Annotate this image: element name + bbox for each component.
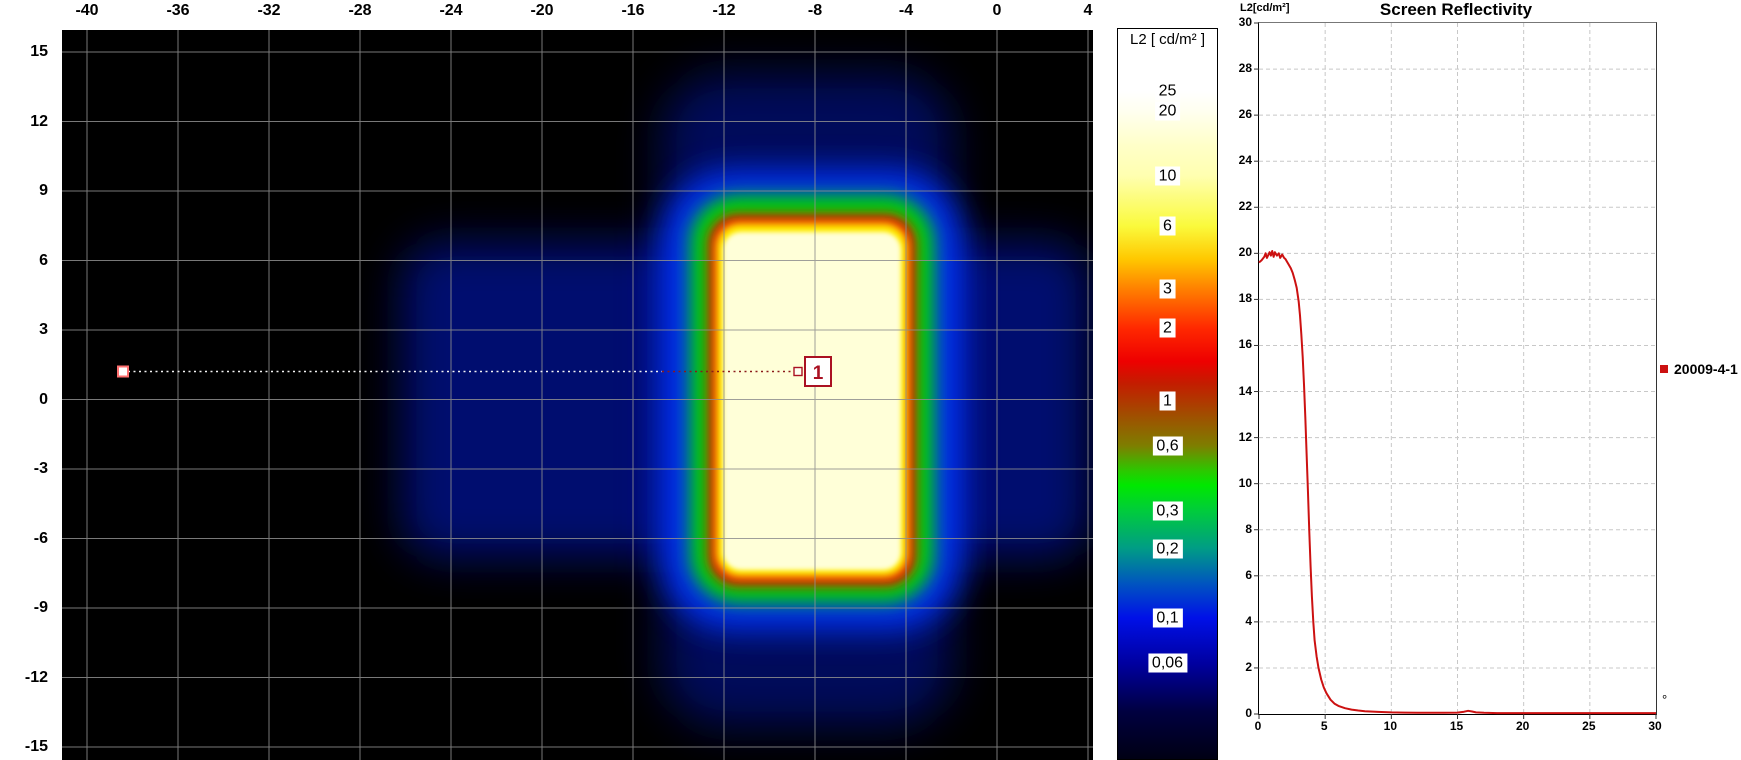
measurement-end-point[interactable] [793,366,803,377]
heatmap-x-tick-label: -32 [257,2,281,19]
heatmap-y-tick-label: -9 [33,599,48,616]
colorbar-scale-label: 0,6 [1152,436,1183,456]
heatmap-x-tick-label: -36 [166,2,190,19]
chart-grid [1259,23,1656,714]
heatmap-y-tick-label: 15 [30,43,48,60]
heatmap-y-tick-label: 6 [39,251,48,269]
chart-tick-marks [1254,22,1657,719]
chart-x-tick-label: 5 [1320,719,1328,733]
chart-y-tick-label: 16 [1238,337,1252,352]
heatmap-x-tick-label: -8 [807,2,823,19]
chart-y-tick-label: 20 [1238,245,1252,260]
chart-y-tick-label: 8 [1245,521,1252,536]
heatmap-y-tick-label: 12 [30,112,48,130]
chart-x-tick-label: 10 [1383,719,1398,733]
colorbar-scale-label: 25 [1154,81,1181,101]
luminance-map: 1 [62,30,1093,760]
heatmap-y-tick-label: -15 [24,738,48,755]
colorbar-scale-label: 0,06 [1147,653,1188,673]
chart-title: Screen Reflectivity [1379,0,1533,19]
heatmap-x-tick-label: -24 [439,2,463,19]
chart-y-tick-label: 24 [1238,153,1252,168]
measurement-start-point[interactable] [117,365,129,378]
chart-x-tick-label: 0 [1254,719,1262,733]
heatmap-x-tick-label: -20 [530,2,554,19]
colorbar-scale-label: 2 [1159,318,1176,338]
colorbar-scale-label: 10 [1154,166,1181,186]
colorbar-scale-label: 0,2 [1152,539,1183,559]
heatmap-x-tick-label: -4 [898,2,914,19]
chart-y-tick-label: 22 [1238,199,1252,214]
chart-y-tick-label: 30 [1238,15,1252,29]
colorbar-scale-label: 3 [1159,279,1176,299]
colorbar-scale-label: 0,1 [1152,608,1183,628]
chart-y-tick-label: 6 [1245,567,1252,582]
heatmap-x-tick-label: -40 [75,2,99,19]
colorbar-scale-label: 6 [1159,216,1176,236]
heatmap-x-tick-label: -28 [348,2,372,19]
colorbar-scale-label: 1 [1159,391,1176,411]
chart-x-tick-label: 20 [1515,719,1530,733]
colorbar-scale-label: 20 [1154,101,1181,121]
reflectivity-plot [1254,22,1657,719]
chart-y-tick-label: 12 [1238,429,1252,444]
chart-y-tick-label: 28 [1238,61,1252,76]
heatmap-x-tick-label: -16 [621,2,645,19]
chart-y-axis-label: L2[cd/m²] [1240,2,1290,14]
chart-x-tick-label: 15 [1449,719,1464,733]
heatmap-y-tick-label: -6 [33,529,48,547]
heatmap-y-tick-label: 3 [39,321,48,338]
legend-marker-icon [1660,365,1668,373]
chart-y-tick-label: 14 [1238,383,1252,398]
chart-x-tick-label: 30 [1648,719,1662,733]
heatmap-y-tick-label: 9 [39,182,48,199]
chart-y-tick-label: 0 [1245,706,1252,720]
chart-x-tick-label: 25 [1582,719,1596,733]
chart-y-tick-label: 18 [1238,291,1252,306]
heatmap-y-tick-label: 0 [39,390,48,408]
marker-1-label: 1 [813,363,824,384]
colorbar-title: L2 [ cd/m² ] [1128,31,1207,48]
chart-legend: 20009-4-1 [1660,360,1738,378]
marker-1-box[interactable]: 1 [804,356,832,387]
luminance-colorbar: L2 [ cd/m² ] 25 20 10 6 3 2 1 0,6 0,3 0,2 0,1 0,06 [1117,28,1218,760]
heatmap-x-tick-label: 0 [992,2,1002,19]
heatmap-y-tick-label: -3 [33,460,48,477]
heatmap-x-tick-label: -12 [712,2,736,19]
chart-y-tick-label: 4 [1245,613,1252,628]
heatmap-x-tick-label: 4 [1083,2,1093,19]
heatmap-y-tick-label: -12 [24,668,48,686]
chart-y-tick-label: 26 [1238,107,1252,122]
colorbar-scale-label: 0,3 [1152,501,1183,521]
chart-y-tick-label: 2 [1245,659,1252,674]
legend-series-label: 20009-4-1 [1674,361,1738,377]
chart-x-unit-label: ° [1662,692,1668,707]
chart-y-tick-label: 10 [1238,475,1252,490]
